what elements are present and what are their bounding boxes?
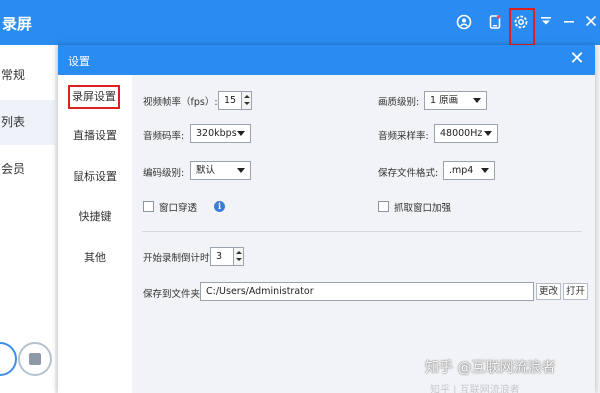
dialog-close-icon[interactable]: ✕ [567,49,587,69]
quality-select[interactable]: 1 原画 [424,91,487,110]
save-path-label: 保存到文件夹: [143,289,204,300]
countdown-stepper[interactable]: 3 [210,247,244,266]
countdown-value: 3 [216,251,223,262]
fps-label: 视频帧率（fps）: [143,97,218,108]
settings-content: 视频帧率（fps）: 15 画质级别: 1 原画 音频码率: 320kbps 音… [132,75,595,393]
capture-window-checkbox[interactable] [378,201,389,212]
audio-bitrate-select[interactable]: 320kbps [190,124,251,143]
chevron-down-icon [237,168,245,173]
audio-bitrate-value: 320kbps [196,128,237,139]
nav-live-settings[interactable]: 直播设置 [58,124,132,148]
codec-label: 编码级别: [143,168,185,179]
chevron-down-icon [484,131,492,136]
close-icon[interactable] [582,14,600,32]
change-folder-button[interactable]: 更改 [536,283,561,300]
fps-spin-icon[interactable] [241,92,251,109]
format-select[interactable]: .mp4 [443,161,495,180]
save-path-input[interactable]: C:/Users/Administrator [200,282,534,301]
nav-other[interactable]: 其他 [58,246,132,270]
stop-button[interactable] [18,342,52,376]
nav-record-settings[interactable]: 录屏设置 [68,85,120,109]
info-icon[interactable]: i [214,201,225,212]
sample-rate-select[interactable]: 48000Hz [434,124,498,143]
countdown-spin-icon[interactable] [233,248,243,265]
fps-value: 15 [224,95,237,106]
dialog-title: 设置 [68,55,90,68]
audio-bitrate-label: 音频码率: [143,131,185,142]
open-folder-button[interactable]: 打开 [563,283,588,300]
capture-window-label: 抓取窗口加强 [394,203,452,214]
app-title: 录屏 [2,15,33,33]
save-path-value: C:/Users/Administrator [206,286,314,297]
nav-hotkeys[interactable]: 快捷键 [58,205,132,229]
dialog-header: 设置 ✕ [58,45,595,75]
dropdown-menu-icon[interactable] [537,14,555,32]
fps-stepper[interactable]: 15 [218,91,252,110]
watermark-subtext: 知乎 | 互联网流浪者 [430,385,520,393]
quality-label: 画质级别: [378,97,420,108]
sidebar-item-general[interactable]: 常规 [0,53,55,98]
settings-dialog: 设置 ✕ 录屏设置 直播设置 鼠标设置 快捷键 其他 视频帧率（fps）: 15… [58,45,595,393]
countdown-label: 开始录制倒计时: [143,253,213,264]
window-pierce-label: 窗口穿透 [159,203,198,214]
app-sidebar: 常规 列表 会员 [0,45,55,393]
sidebar-item-vip[interactable]: 会员 [0,147,55,192]
codec-select[interactable]: 默认 [190,161,251,180]
chevron-down-icon [237,131,245,136]
watermark-text: 知乎 @互联网流浪者 [425,360,556,376]
settings-nav: 录屏设置 直播设置 鼠标设置 快捷键 其他 [58,75,132,393]
window-pierce-checkbox[interactable] [143,201,154,212]
minimize-icon[interactable] [560,14,578,32]
section-divider [142,231,582,232]
chevron-down-icon [481,168,489,173]
user-circle-icon[interactable] [455,14,473,32]
sample-rate-value: 48000Hz [440,128,483,139]
format-value: .mp4 [449,165,474,176]
nav-mouse-settings[interactable]: 鼠标设置 [58,165,132,189]
sidebar-item-list[interactable]: 列表 [0,100,55,145]
format-label: 保存文件格式: [378,168,439,179]
sample-rate-label: 音频采样率: [378,131,429,142]
settings-highlight-box [509,8,535,46]
chevron-down-icon [473,98,481,103]
codec-value: 默认 [196,165,216,176]
phone-icon[interactable] [486,14,504,32]
quality-value: 1 原画 [430,95,459,106]
